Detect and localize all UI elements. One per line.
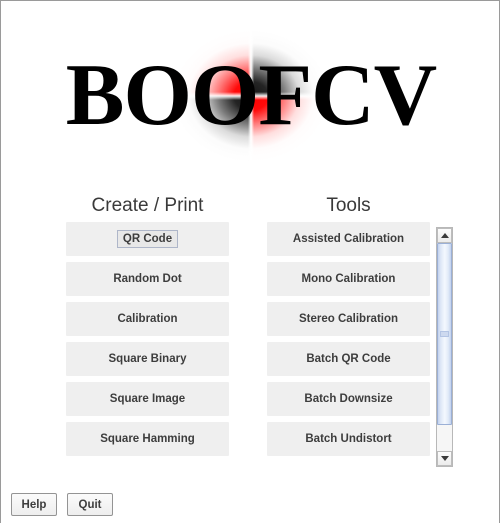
button-batch-qr-code-label: Batch QR Code — [306, 353, 391, 365]
button-batch-qr-code[interactable]: Batch QR Code — [267, 342, 430, 376]
logo-wordmark: BOOFCV — [65, 47, 437, 144]
button-stereo-calibration-label: Stereo Calibration — [298, 313, 399, 325]
button-square-binary-label: Square Binary — [108, 353, 187, 365]
button-mono-calibration[interactable]: Mono Calibration — [267, 262, 430, 296]
scrollbar-down-button[interactable] — [437, 451, 452, 466]
scrollbar-thumb[interactable] — [437, 243, 452, 425]
button-qr-code[interactable]: QR Code — [66, 222, 229, 256]
button-mono-calibration-label: Mono Calibration — [301, 273, 396, 285]
column-title-tools: Tools — [326, 195, 371, 216]
triangle-down-icon — [440, 456, 449, 461]
button-batch-downsize-label: Batch Downsize — [304, 393, 393, 405]
button-batch-downsize[interactable]: Batch Downsize — [267, 382, 430, 416]
button-calibration-label: Calibration — [117, 313, 178, 325]
button-square-binary[interactable]: Square Binary — [66, 342, 229, 376]
triangle-up-icon — [440, 233, 449, 238]
button-calibration[interactable]: Calibration — [66, 302, 229, 336]
button-columns: Create / Print QR Code Random Dot Calibr… — [1, 191, 499, 479]
quit-button[interactable]: Quit — [67, 493, 113, 516]
tools-scrollbar[interactable] — [436, 227, 453, 467]
button-stereo-calibration[interactable]: Stereo Calibration — [267, 302, 430, 336]
button-batch-undistort[interactable]: Batch Undistort — [267, 422, 430, 456]
scrollbar-track[interactable] — [437, 243, 452, 451]
button-random-dot-label: Random Dot — [113, 273, 182, 285]
column-title-create-print: Create / Print — [91, 195, 204, 216]
button-square-hamming-label: Square Hamming — [100, 433, 195, 445]
button-qr-code-label: QR Code — [116, 230, 179, 248]
bottom-bar: Help Quit — [1, 479, 499, 523]
button-random-dot[interactable]: Random Dot — [66, 262, 229, 296]
tools-button-list: Assisted Calibration Mono Calibration St… — [267, 222, 430, 456]
help-button[interactable]: Help — [11, 493, 57, 516]
logo-banner: BOOFCV — [1, 1, 499, 191]
button-assisted-calibration[interactable]: Assisted Calibration — [267, 222, 430, 256]
scrollbar-up-button[interactable] — [437, 228, 452, 243]
button-square-image[interactable]: Square Image — [66, 382, 229, 416]
scrollbar-thumb-grip-icon — [440, 331, 449, 337]
create-print-button-list: QR Code Random Dot Calibration Square Bi… — [66, 222, 229, 456]
column-tools: Tools Assisted Calibration Mono Calibrat… — [267, 191, 430, 456]
column-create-print: Create / Print QR Code Random Dot Calibr… — [66, 191, 229, 456]
button-square-hamming[interactable]: Square Hamming — [66, 422, 229, 456]
button-square-image-label: Square Image — [109, 393, 186, 405]
button-assisted-calibration-label: Assisted Calibration — [292, 233, 405, 245]
button-batch-undistort-label: Batch Undistort — [305, 433, 392, 445]
application-window: BOOFCV Create / Print QR Code Random Dot… — [0, 0, 500, 523]
